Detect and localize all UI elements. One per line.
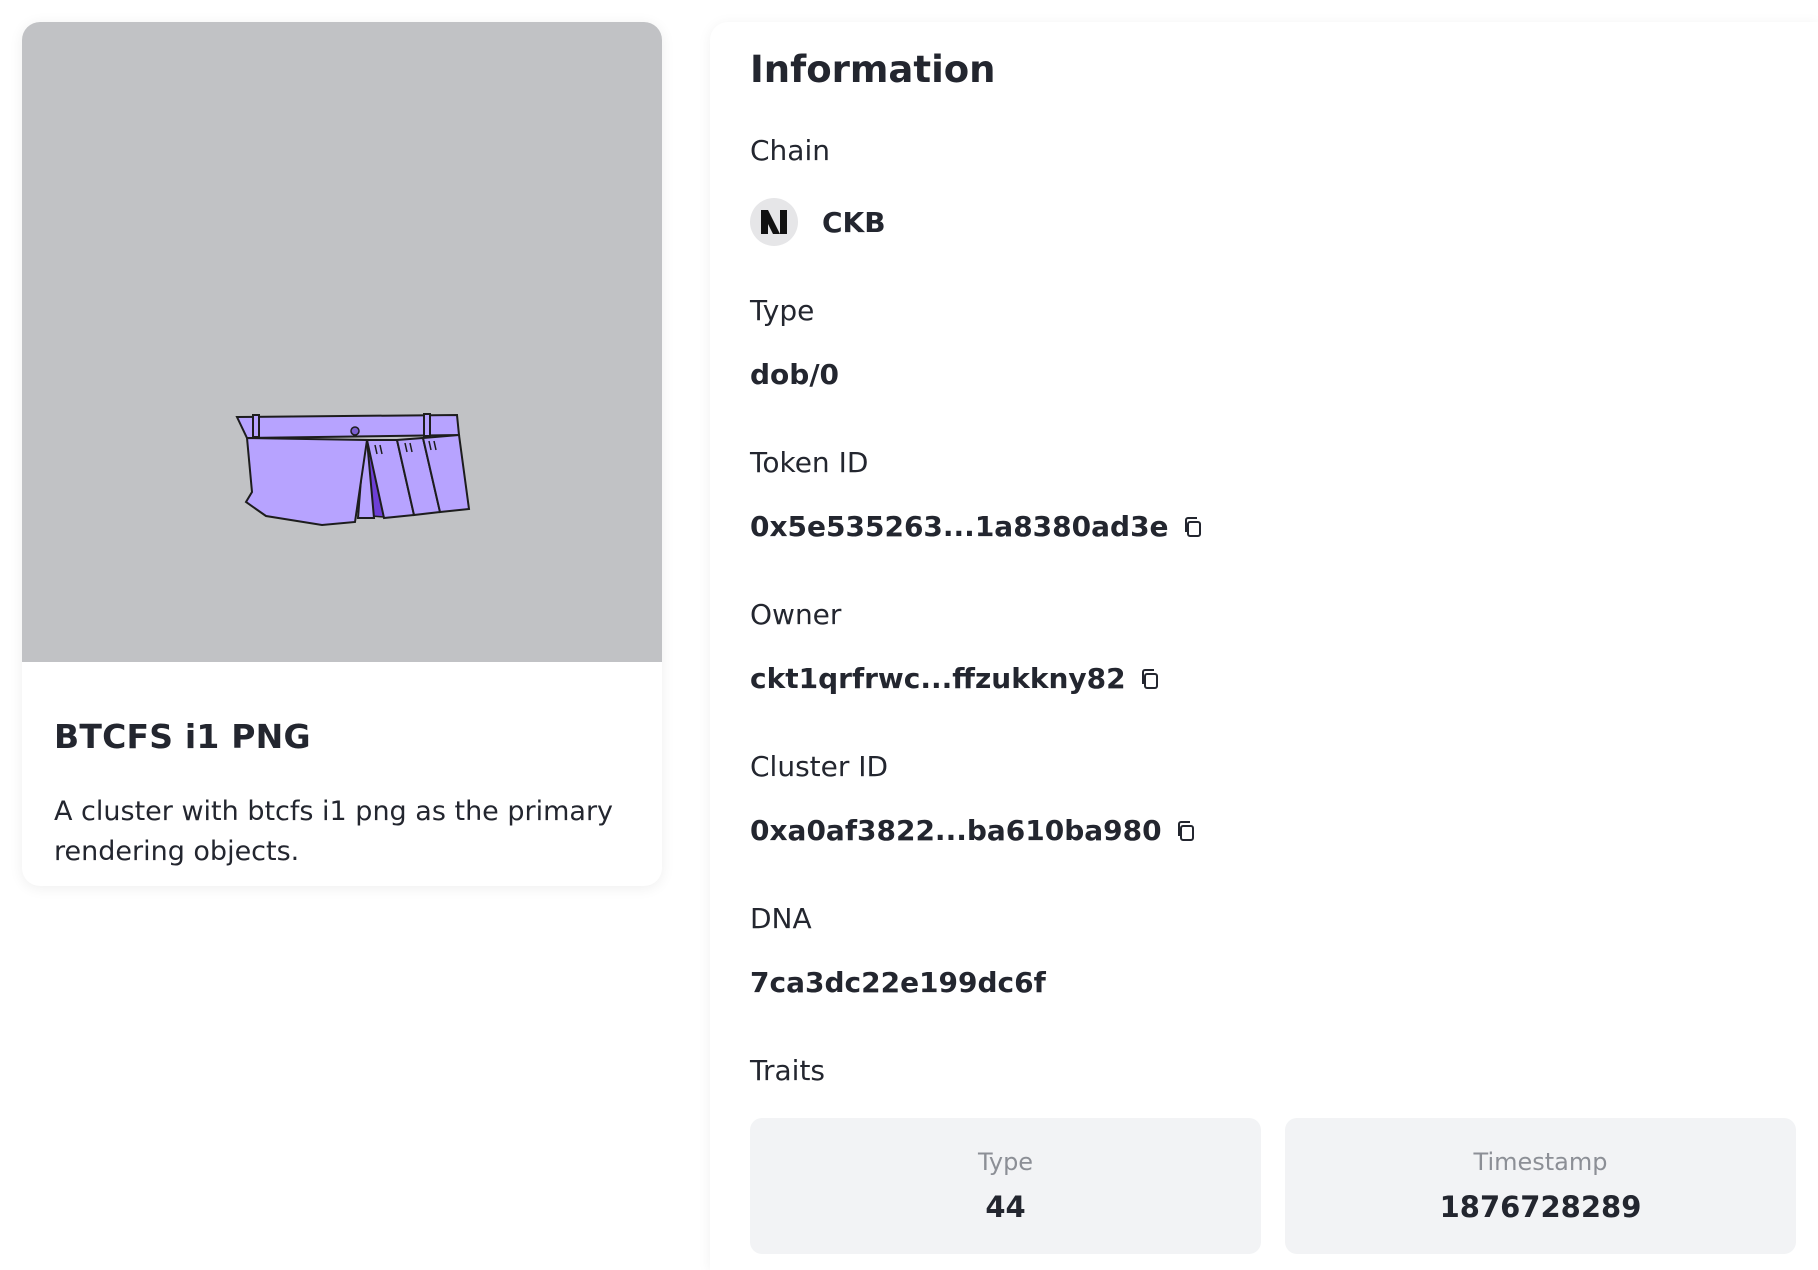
type-label: Type (750, 294, 815, 327)
copy-token-id-icon[interactable] (1181, 515, 1205, 539)
chain-row: CKB (750, 198, 886, 246)
skirt-image (235, 413, 471, 527)
traits-label: Traits (750, 1054, 826, 1087)
cluster-id-row: 0xa0af3822...ba610ba980 (750, 814, 1198, 847)
owner-row: ckt1qrfrwc...ffzukkny82 (750, 662, 1162, 695)
card-description: A cluster with btcfs i1 png as the prima… (54, 796, 614, 867)
dna-label: DNA (750, 902, 812, 935)
dob-card: BTCFS i1 PNG A cluster with btcfs i1 png… (22, 22, 662, 886)
information-title: Information (750, 48, 996, 91)
trait-name: Timestamp (1473, 1148, 1608, 1176)
trait-card: Type 44 (750, 1118, 1261, 1254)
trait-value: 1876728289 (1439, 1190, 1642, 1224)
chain-value: CKB (822, 205, 886, 239)
trait-card: Timestamp 1876728289 (1285, 1118, 1796, 1254)
traits-grid: Type 44 Timestamp 1876728289 (750, 1118, 1796, 1254)
copy-cluster-id-icon[interactable] (1174, 819, 1198, 843)
cluster-id-value: 0xa0af3822...ba610ba980 (750, 814, 1162, 847)
dna-value: 7ca3dc22e199dc6f (750, 966, 1046, 999)
trait-name: Type (977, 1148, 1034, 1176)
chain-label: Chain (750, 134, 830, 167)
owner-value: ckt1qrfrwc...ffzukkny82 (750, 662, 1126, 695)
nervos-logo-icon (750, 198, 798, 246)
card-title: BTCFS i1 PNG (54, 717, 311, 756)
dob-image (22, 22, 662, 662)
type-value: dob/0 (750, 358, 840, 391)
token-id-label: Token ID (750, 446, 869, 479)
copy-owner-icon[interactable] (1138, 667, 1162, 691)
cluster-id-label: Cluster ID (750, 750, 889, 783)
token-id-row: 0x5e535263...1a8380ad3e (750, 510, 1205, 543)
information-panel: Information Chain CKB Type dob/0 Token I… (710, 22, 1818, 1270)
trait-value: 44 (985, 1190, 1026, 1224)
owner-label: Owner (750, 598, 842, 631)
token-id-value: 0x5e535263...1a8380ad3e (750, 510, 1169, 543)
